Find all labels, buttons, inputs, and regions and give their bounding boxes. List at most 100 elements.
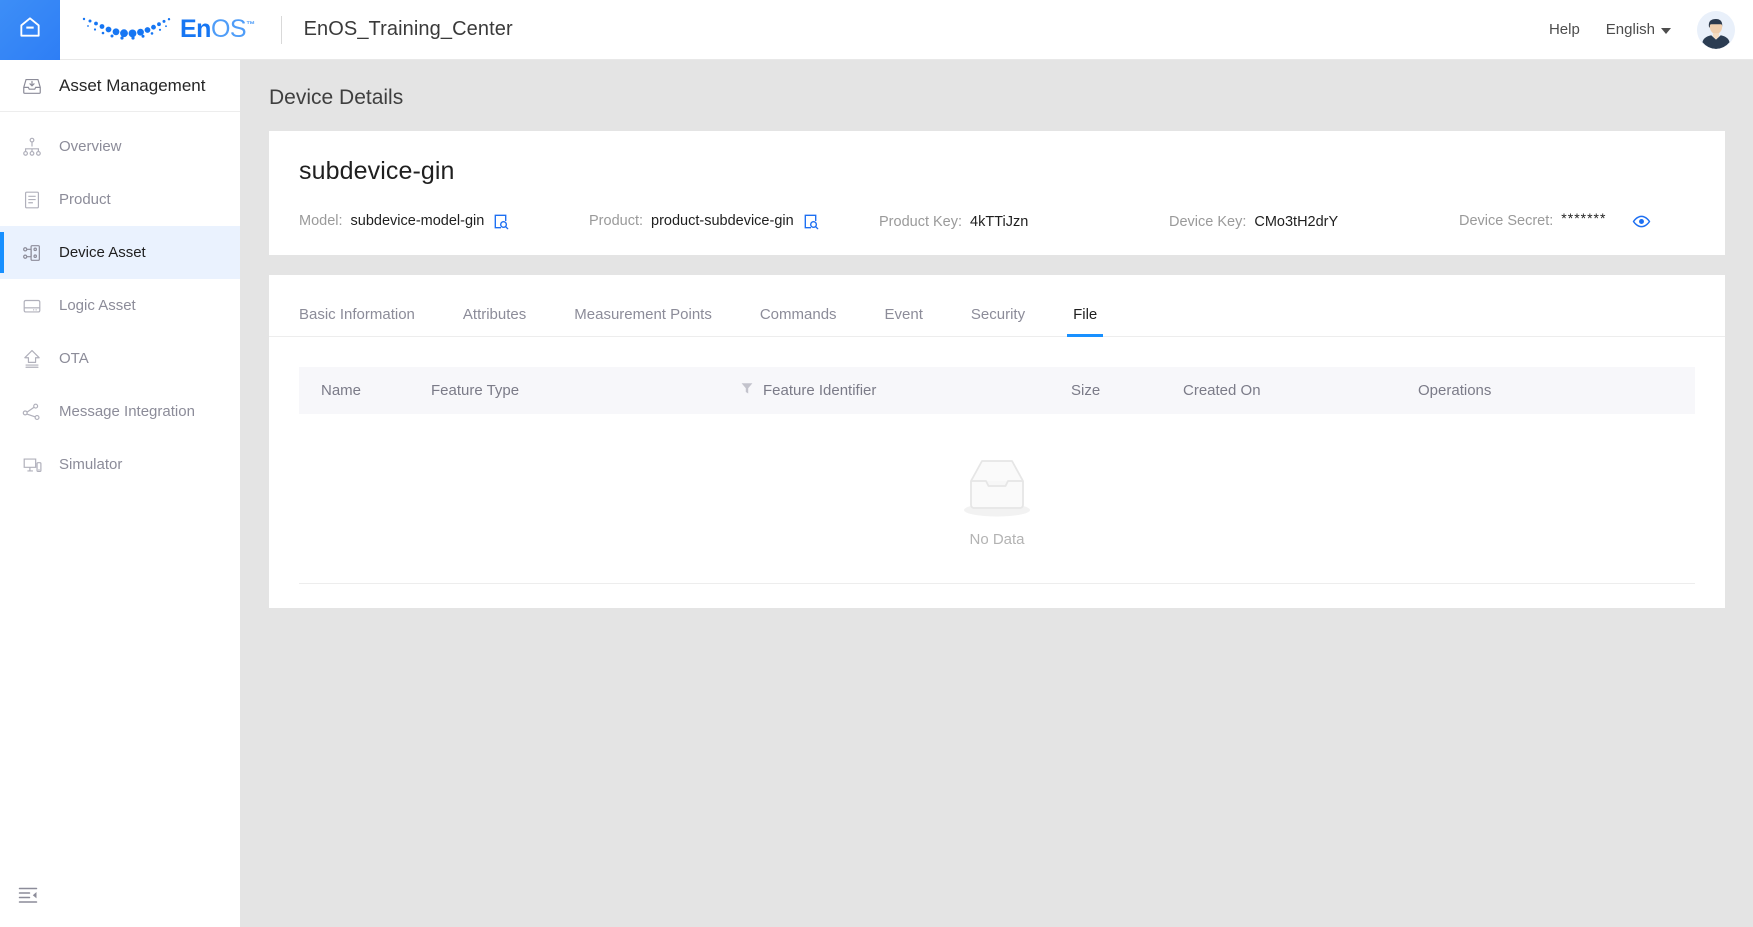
user-avatar-icon [1697,10,1735,49]
empty-box-icon [951,450,1043,527]
sidebar-collapse-button[interactable] [18,886,38,909]
language-label: English [1605,21,1655,38]
column-label: Feature Type [431,382,520,399]
sidebar-header: Asset Management [0,60,240,112]
field-value-masked: ******* [1561,210,1607,226]
column-label: Feature Identifier [763,382,877,399]
field-key: Device Secret: [1459,213,1554,229]
home-button[interactable] [0,0,60,60]
tab-basic-information[interactable]: Basic Information [299,307,415,336]
device-field-device-key: Device Key: CMo3tH2drY [1169,214,1459,230]
menu-fold-icon [18,887,38,908]
column-header-size: Size [1071,382,1183,399]
device-field-model: Model: subdevice-model-gin [299,213,589,230]
sidebar-item-device-asset[interactable]: Device Asset [0,226,240,279]
empty-state: No Data [299,414,1695,584]
tab-file[interactable]: File [1067,306,1104,337]
brand-os: OS [210,15,247,43]
tab-label: Event [884,306,923,323]
device-name: subdevice-gin [299,157,455,185]
field-value: subdevice-model-gin [350,213,485,229]
sidebar-item-label: OTA [59,350,89,367]
sidebar-header-label: Asset Management [59,75,206,95]
tab-commands[interactable]: Commands [760,307,837,336]
sidebar-item-label: Simulator [59,456,123,473]
document-icon [21,189,43,211]
sidebar-item-overview[interactable]: Overview [0,120,240,173]
tab-event[interactable]: Event [885,307,923,336]
tab-label: File [1073,306,1098,323]
column-header-feature-type: Feature Type [431,382,741,399]
field-value: 4kTTiJzn [970,213,1029,230]
sidebar-item-label: Overview [59,138,122,155]
sitemap-icon [21,136,43,158]
drive-icon [21,295,43,317]
column-header-operations: Operations [1418,382,1695,399]
sidebar-item-product[interactable]: Product [0,173,240,226]
inbox-download-icon [21,75,43,97]
eye-icon[interactable] [1632,212,1651,231]
device-detail-card: Basic Information Attributes Measurement… [269,275,1725,608]
page-title: Device Details [269,86,404,109]
sidebar-item-label: Device Asset [59,244,146,261]
top-bar-actions: Help English [1549,10,1753,49]
sidebar-item-ota[interactable]: OTA [0,332,240,385]
filter-icon[interactable] [741,382,753,399]
sidebar-item-message-integration[interactable]: Message Integration [0,385,240,438]
column-header-name: Name [299,382,431,399]
chevron-down-icon [1661,27,1671,34]
file-table: Name Feature Type Feature Identifier Siz… [269,337,1725,616]
field-key: Product: [589,213,643,229]
sidebar-item-label: Product [59,191,111,208]
avatar[interactable] [1697,10,1735,49]
column-label: Created On [1183,382,1261,399]
share-nodes-icon [21,401,43,423]
sidebar-item-logic-asset[interactable]: Logic Asset [0,279,240,332]
main-content: Device Details subdevice-gin Model: subd… [241,60,1753,927]
device-node-icon [21,242,43,264]
help-label: Help [1548,21,1580,38]
file-search-icon[interactable] [492,213,509,230]
tab-security[interactable]: Security [971,307,1025,336]
brand-wordmark: EnOS™ [180,17,255,42]
brand-en: En [180,15,211,43]
field-value: CMo3tH2drY [1254,213,1339,230]
field-value: product-subdevice-gin [651,213,794,229]
field-key: Product Key: [879,213,963,230]
home-icon [17,14,43,45]
sidebar-item-simulator[interactable]: Simulator [0,438,240,491]
top-bar: EnOS™ EnOS_Training_Center Help English [0,0,1753,60]
column-header-feature-identifier: Feature Identifier [741,382,1071,399]
brand-logo[interactable]: EnOS™ [80,13,255,47]
column-label: Size [1071,382,1101,399]
empty-state-text: No Data [969,530,1025,548]
monitor-device-icon [21,454,43,476]
help-link[interactable]: Help [1549,21,1580,38]
sidebar-nav: Overview Product Device Asset Logic Asse… [0,112,240,491]
language-selector[interactable]: English [1606,21,1671,38]
tab-label: Measurement Points [574,306,712,323]
column-label: Name [321,382,362,399]
file-search-icon[interactable] [802,213,819,230]
table-footer-spacer [299,584,1695,616]
app-title: EnOS_Training_Center [303,18,513,40]
tab-label: Basic Information [299,306,415,323]
tab-attributes[interactable]: Attributes [463,307,526,336]
brand-tm: ™ [246,19,255,30]
enos-dots-logo [82,17,171,40]
tab-label: Security [970,306,1026,323]
device-summary-card: subdevice-gin Model: subdevice-model-gin… [269,131,1725,255]
device-field-device-secret: Device Secret: ******* [1459,210,1651,231]
tab-label: Attributes [462,306,527,323]
detail-tabs: Basic Information Attributes Measurement… [269,275,1725,337]
sidebar-item-label: Logic Asset [59,297,136,314]
header-divider [280,15,282,44]
upload-arrow-icon [21,348,43,370]
column-label: Operations [1418,382,1492,399]
field-key: Model: [299,213,343,229]
field-key: Device Key: [1169,213,1247,230]
tab-measurement-points[interactable]: Measurement Points [574,307,712,336]
column-header-created-on: Created On [1183,382,1418,399]
table-header-row: Name Feature Type Feature Identifier Siz… [299,367,1695,414]
tab-label: Commands [759,306,837,323]
